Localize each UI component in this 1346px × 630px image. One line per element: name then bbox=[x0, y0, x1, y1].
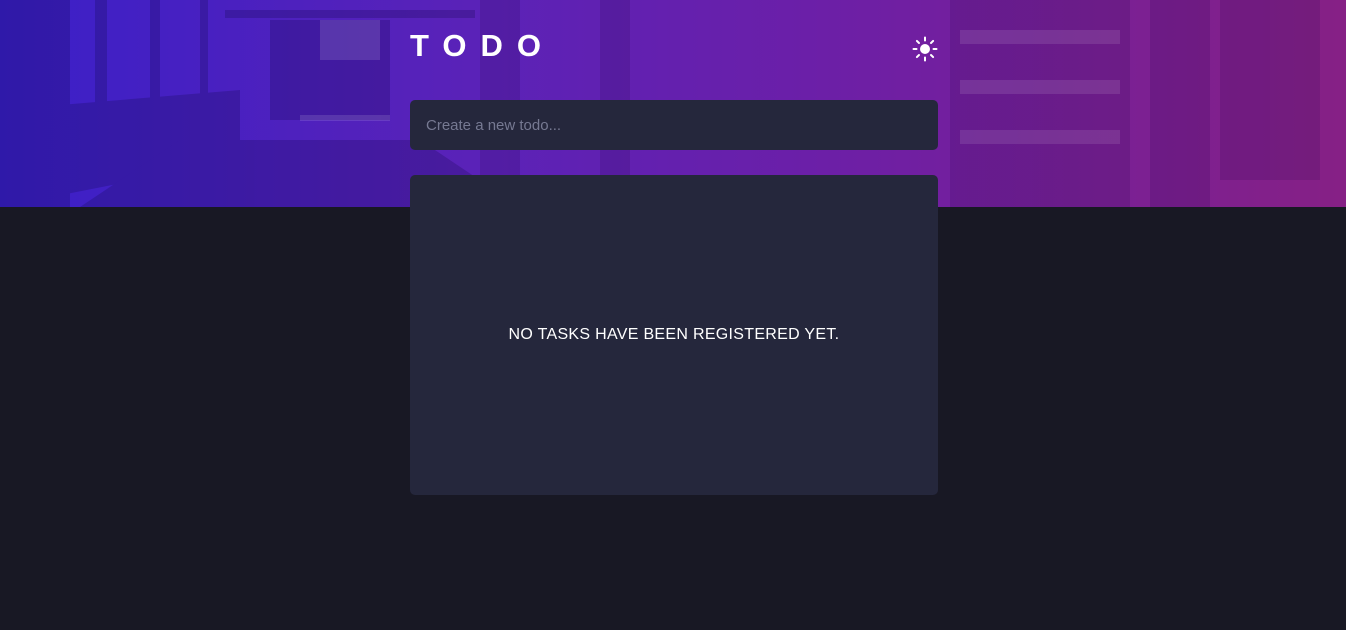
sun-icon bbox=[912, 36, 938, 62]
empty-state-message: NO TASKS HAVE BEEN REGISTERED YET. bbox=[508, 326, 840, 343]
todo-list: NO TASKS HAVE BEEN REGISTERED YET. bbox=[410, 175, 938, 495]
new-todo-container bbox=[410, 100, 938, 150]
app-header: TODO bbox=[410, 0, 938, 100]
app-title: TODO bbox=[410, 28, 555, 63]
theme-toggle-button[interactable] bbox=[912, 36, 938, 62]
new-todo-input[interactable] bbox=[426, 116, 922, 134]
todo-app: TODO NO TASKS HAVE BEEN REGISTERED YET bbox=[410, 0, 938, 495]
